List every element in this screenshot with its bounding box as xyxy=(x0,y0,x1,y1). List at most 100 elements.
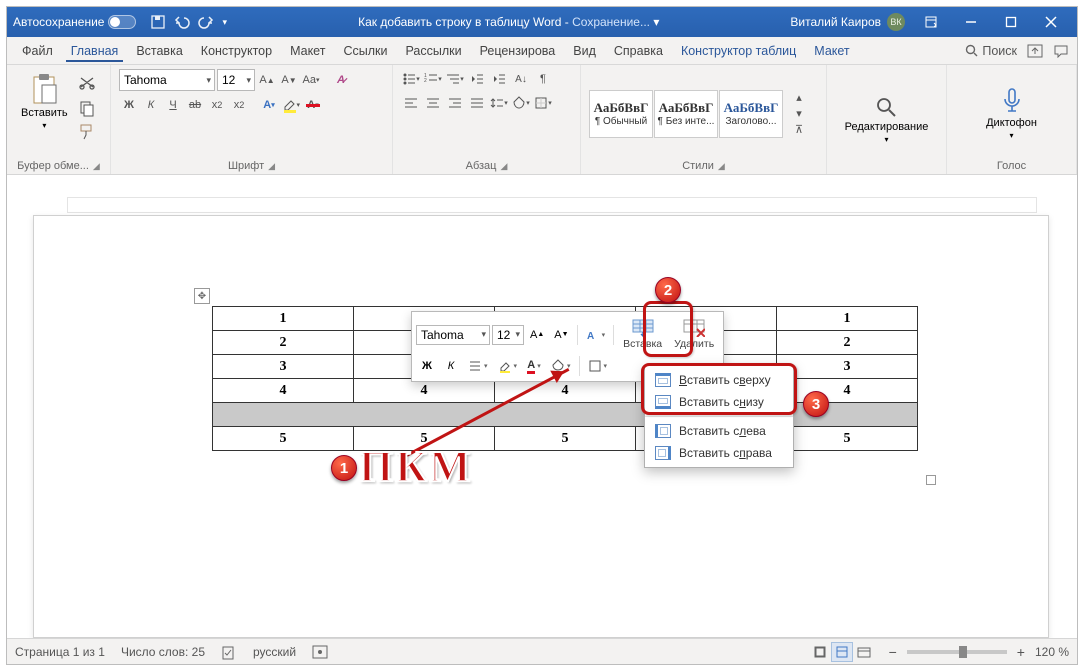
tab-review[interactable]: Рецензирова xyxy=(471,37,565,64)
mini-shrink-font-icon[interactable]: A▼ xyxy=(550,324,572,346)
menu-insert-right[interactable]: Вставить справа xyxy=(645,442,793,464)
mini-delete-button[interactable]: Удалить xyxy=(669,316,719,353)
clipboard-launcher-icon[interactable]: ◢ xyxy=(93,161,100,172)
autosave-toggle[interactable]: Автосохранение xyxy=(13,15,136,29)
status-macro-icon[interactable] xyxy=(312,645,328,659)
styles-down-icon[interactable]: ▾ xyxy=(789,106,809,122)
styles-up-icon[interactable]: ▴ xyxy=(789,90,809,106)
shading-icon[interactable]: ▾ xyxy=(511,93,531,113)
redo-icon[interactable] xyxy=(198,14,214,30)
mini-insert-button[interactable]: Вставка xyxy=(618,316,667,353)
clear-formatting-icon[interactable]: A̷ xyxy=(331,70,351,90)
close-button[interactable] xyxy=(1031,7,1071,37)
tab-design[interactable]: Конструктор xyxy=(192,37,281,64)
paste-button[interactable]: Вставить ▾ xyxy=(15,69,74,158)
text-effects-icon[interactable]: A▾ xyxy=(259,95,279,115)
minimize-button[interactable] xyxy=(951,7,991,37)
view-focus-icon[interactable] xyxy=(809,642,831,662)
undo-icon[interactable] xyxy=(174,14,190,30)
zoom-out-button[interactable]: − xyxy=(885,644,901,660)
comments-icon[interactable] xyxy=(1053,44,1069,58)
paragraph-launcher-icon[interactable]: ◢ xyxy=(500,161,507,172)
search-box[interactable]: Поиск xyxy=(965,44,1017,58)
justify-icon[interactable] xyxy=(467,93,487,113)
styles-more-icon[interactable]: ⊼ xyxy=(789,122,809,138)
mini-italic-button[interactable]: К xyxy=(440,355,462,377)
format-painter-icon[interactable] xyxy=(78,123,96,141)
change-case-icon[interactable]: Aa▾ xyxy=(301,70,321,90)
status-page[interactable]: Страница 1 из 1 xyxy=(15,645,105,659)
editing-button[interactable]: Редактирование ▾ xyxy=(839,91,935,148)
user-account[interactable]: Виталий Каиров ВК xyxy=(790,13,905,31)
styles-launcher-icon[interactable]: ◢ xyxy=(718,161,725,172)
toggle-switch-icon[interactable] xyxy=(108,15,136,29)
zoom-level[interactable]: 120 % xyxy=(1035,645,1069,659)
mini-borders-icon[interactable] xyxy=(584,355,612,377)
mini-size-combo[interactable]: 12 xyxy=(492,325,524,345)
align-right-icon[interactable] xyxy=(445,93,465,113)
mini-font-combo[interactable]: Tahoma xyxy=(416,325,490,345)
mini-underline-icon[interactable] xyxy=(464,355,492,377)
view-print-layout-icon[interactable] xyxy=(831,642,853,662)
style-no-spacing[interactable]: АаБбВвГ¶ Без инте... xyxy=(654,90,718,138)
ribbon-options-icon[interactable] xyxy=(911,7,951,37)
decrease-indent-icon[interactable] xyxy=(467,69,487,89)
font-color-icon[interactable]: A▾ xyxy=(303,95,323,115)
status-word-count[interactable]: Число слов: 25 xyxy=(121,645,205,659)
menu-insert-below[interactable]: Вставить снизу xyxy=(645,391,793,413)
menu-insert-above[interactable]: Вставить сверху xyxy=(645,369,793,391)
tab-references[interactable]: Ссылки xyxy=(334,37,396,64)
tab-file[interactable]: Файл xyxy=(13,37,62,64)
increase-indent-icon[interactable] xyxy=(489,69,509,89)
align-left-icon[interactable] xyxy=(401,93,421,113)
grow-font-icon[interactable]: A▲ xyxy=(257,70,277,90)
multilevel-icon[interactable]: ▾ xyxy=(445,69,465,89)
table-resize-handle-icon[interactable] xyxy=(926,475,936,485)
sort-icon[interactable]: A↓ xyxy=(511,69,531,89)
mini-font-color-icon[interactable]: A xyxy=(523,355,545,377)
view-web-layout-icon[interactable] xyxy=(853,642,875,662)
menu-insert-left[interactable]: Вставить слева xyxy=(645,420,793,442)
line-spacing-icon[interactable]: ▾ xyxy=(489,93,509,113)
superscript-icon[interactable]: x2 xyxy=(229,95,249,115)
status-language[interactable]: русский xyxy=(253,645,296,659)
mini-styles-icon[interactable]: A xyxy=(582,324,610,346)
subscript-icon[interactable]: x2 xyxy=(207,95,227,115)
copy-icon[interactable] xyxy=(78,99,96,117)
style-normal[interactable]: АаБбВвГ¶ Обычный xyxy=(589,90,653,138)
font-launcher-icon[interactable]: ◢ xyxy=(268,161,275,172)
underline-button[interactable]: Ч xyxy=(163,95,183,115)
font-name-combo[interactable]: Tahoma xyxy=(119,69,215,91)
bold-button[interactable]: Ж xyxy=(119,95,139,115)
horizontal-ruler[interactable] xyxy=(67,197,1037,213)
cut-icon[interactable] xyxy=(78,75,96,93)
tab-table-design[interactable]: Конструктор таблиц xyxy=(672,37,805,64)
style-heading1[interactable]: АаБбВвГЗаголово... xyxy=(719,90,783,138)
show-marks-icon[interactable]: ¶ xyxy=(533,69,553,89)
table-move-handle-icon[interactable]: ✥ xyxy=(194,288,210,304)
tab-view[interactable]: Вид xyxy=(564,37,605,64)
tab-help[interactable]: Справка xyxy=(605,37,672,64)
mini-highlight-icon[interactable] xyxy=(494,355,522,377)
strike-button[interactable]: ab xyxy=(185,95,205,115)
bullets-icon[interactable]: ▾ xyxy=(401,69,421,89)
page[interactable]: ✥ 11111 22222 33333 44444 55555 xyxy=(33,215,1049,638)
tab-table-layout[interactable]: Макет xyxy=(805,37,858,64)
shrink-font-icon[interactable]: A▼ xyxy=(279,70,299,90)
tab-insert[interactable]: Вставка xyxy=(127,37,191,64)
tab-home[interactable]: Главная xyxy=(62,37,128,64)
dictate-button[interactable]: Диктофон ▾ xyxy=(980,83,1043,144)
italic-button[interactable]: К xyxy=(141,95,161,115)
tab-layout[interactable]: Макет xyxy=(281,37,334,64)
align-center-icon[interactable] xyxy=(423,93,443,113)
mini-grow-font-icon[interactable]: A▲ xyxy=(526,324,548,346)
font-size-combo[interactable]: 12 xyxy=(217,69,255,91)
mini-bold-button[interactable]: Ж xyxy=(416,355,438,377)
zoom-in-button[interactable]: + xyxy=(1013,644,1029,660)
tab-mailings[interactable]: Рассылки xyxy=(396,37,470,64)
share-icon[interactable] xyxy=(1027,44,1043,58)
save-icon[interactable] xyxy=(150,14,166,30)
status-proofing-icon[interactable] xyxy=(221,644,237,660)
borders-icon[interactable]: ▾ xyxy=(533,93,553,113)
numbering-icon[interactable]: 12▾ xyxy=(423,69,443,89)
